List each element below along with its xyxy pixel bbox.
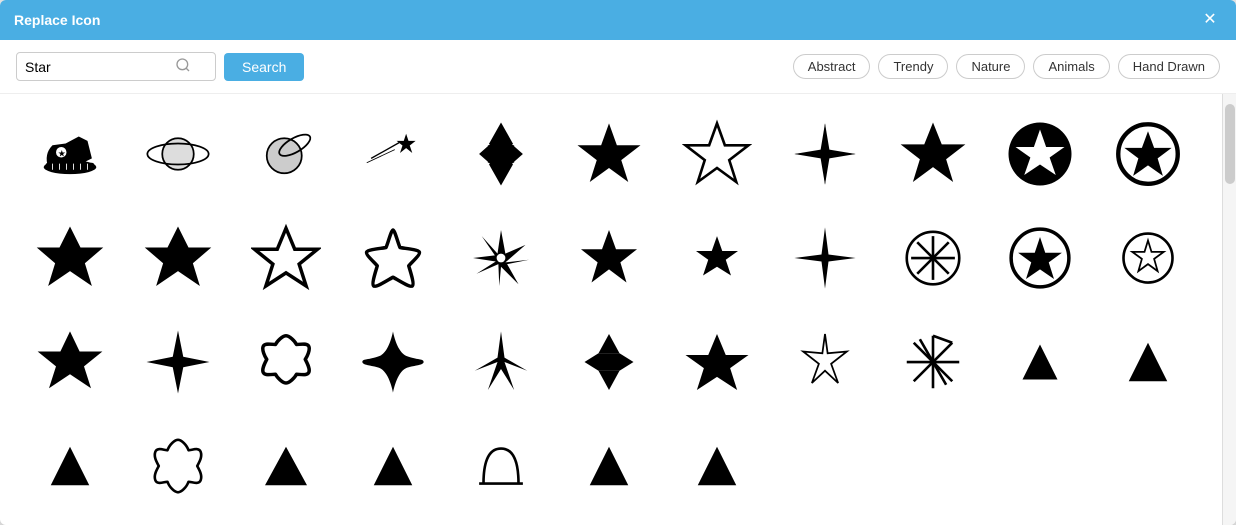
icon-fat-star[interactable] <box>667 312 767 412</box>
icon-mountain-7[interactable] <box>667 416 767 516</box>
icon-decorative-star[interactable] <box>775 208 875 308</box>
icon-star-in-circle[interactable] <box>990 104 1090 204</box>
toolbar: Search Abstract Trendy Nature Animals Ha… <box>0 40 1236 94</box>
icon-shoe-star[interactable]: ★ <box>20 104 120 204</box>
icon-mountain-3[interactable] <box>20 416 120 516</box>
icon-burst-star[interactable] <box>883 312 983 412</box>
search-input[interactable] <box>25 59 175 75</box>
icon-mountain-2[interactable] <box>1098 312 1198 412</box>
category-trendy[interactable]: Trendy <box>878 54 948 79</box>
icon-large-solid-star[interactable] <box>883 104 983 204</box>
icon-death-star[interactable] <box>236 104 336 204</box>
icon-flower-star[interactable] <box>236 312 336 412</box>
icon-filled-star-large[interactable] <box>559 104 659 204</box>
icon-mountain-4[interactable] <box>236 416 336 516</box>
icon-outlined-star-2[interactable] <box>236 208 336 308</box>
icon-star-of-david[interactable] <box>451 104 551 204</box>
scrollbar-thumb[interactable] <box>1225 104 1235 184</box>
icon-small-star[interactable] <box>667 208 767 308</box>
icon-hexagram[interactable] <box>559 312 659 412</box>
icon-mountain-6[interactable] <box>559 416 659 516</box>
search-icon <box>175 57 191 76</box>
icon-rounded-star[interactable] <box>343 208 443 308</box>
icon-ninja-star[interactable] <box>451 208 551 308</box>
close-button[interactable]: ✕ <box>1198 8 1222 32</box>
icon-mountain-1[interactable] <box>990 312 1090 412</box>
icon-mountain-5[interactable] <box>343 416 443 516</box>
search-area: Search <box>16 52 304 81</box>
icon-pointed-star[interactable] <box>128 312 228 412</box>
icon-planet[interactable] <box>128 104 228 204</box>
category-tags: Abstract Trendy Nature Animals Hand Draw… <box>793 54 1220 79</box>
icon-delicate-star[interactable] <box>775 312 875 412</box>
svg-text:★: ★ <box>58 149 66 159</box>
dialog-title: Replace Icon <box>14 12 100 28</box>
category-abstract[interactable]: Abstract <box>793 54 871 79</box>
icon-cross-star[interactable] <box>883 208 983 308</box>
search-button[interactable]: Search <box>224 53 304 81</box>
search-input-wrap <box>16 52 216 81</box>
icon-bold-star-2[interactable] <box>128 208 228 308</box>
icon-small-outlined-star[interactable] <box>1098 208 1198 308</box>
icon-outlined-star[interactable] <box>667 104 767 204</box>
icon-grid: ★ <box>20 104 1202 516</box>
icon-star-badge[interactable] <box>990 208 1090 308</box>
icon-bold-star-1[interactable] <box>20 208 120 308</box>
dialog-header: Replace Icon ✕ <box>0 0 1236 40</box>
icon-leaf-star[interactable] <box>128 416 228 516</box>
icon-medium-bold-star[interactable] <box>20 312 120 412</box>
icon-nautical-star[interactable] <box>775 104 875 204</box>
category-nature[interactable]: Nature <box>956 54 1025 79</box>
icon-medium-star[interactable] <box>559 208 659 308</box>
category-hand-drawn[interactable]: Hand Drawn <box>1118 54 1220 79</box>
icon-star-bordered-circle[interactable] <box>1098 104 1198 204</box>
scrollbar-track[interactable] <box>1222 94 1236 525</box>
icon-triangle-star[interactable] <box>451 312 551 412</box>
icon-dome[interactable] <box>451 416 551 516</box>
icon-curved-star[interactable] <box>343 312 443 412</box>
content-area: ★ <box>0 94 1236 525</box>
category-animals[interactable]: Animals <box>1033 54 1109 79</box>
icon-grid-container[interactable]: ★ <box>0 94 1222 525</box>
icon-shooting-star[interactable] <box>343 104 443 204</box>
replace-icon-dialog: Replace Icon ✕ Search Abstract Trendy Na… <box>0 0 1236 525</box>
